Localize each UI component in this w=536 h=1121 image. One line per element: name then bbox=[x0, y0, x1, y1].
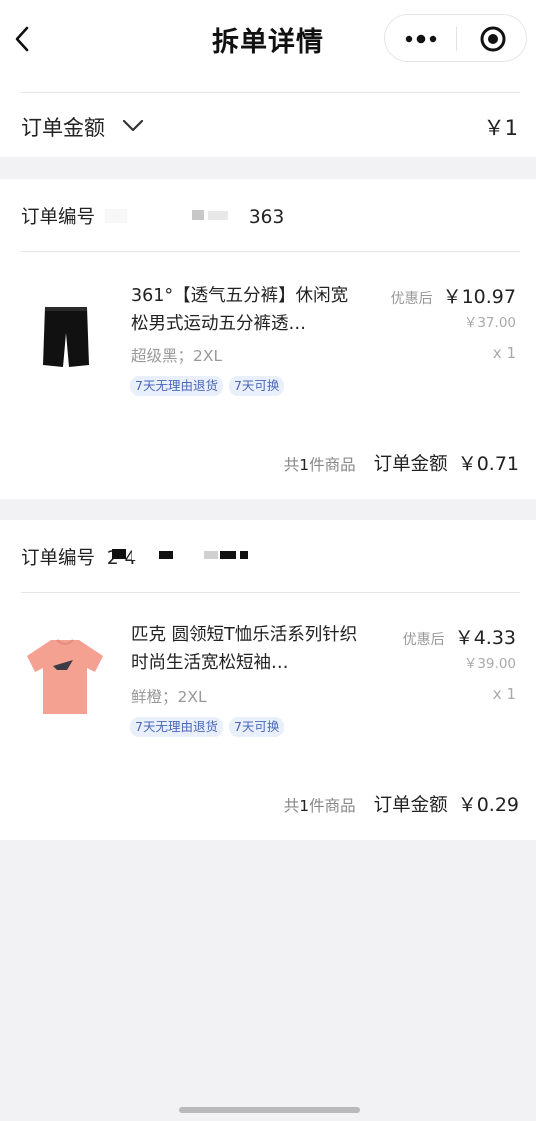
home-indicator[interactable] bbox=[179, 1107, 360, 1113]
tag-exchange: 7天可换 bbox=[228, 376, 285, 396]
service-tags: 7天无理由退货 7天可换 bbox=[130, 717, 285, 737]
item-count: 共1件商品 bbox=[283, 797, 356, 815]
price-original: ￥37.00 bbox=[463, 315, 516, 331]
order-amount-value: ￥0.29 bbox=[457, 794, 519, 816]
divider bbox=[21, 251, 520, 252]
redaction-mask bbox=[112, 546, 254, 562]
black-shorts-image[interactable] bbox=[21, 289, 109, 383]
price-now: ￥10.97 bbox=[442, 286, 516, 308]
target-close-icon bbox=[480, 26, 506, 52]
order-card: 订单编号 363 361°【透气五分裤】休闲宽松男式运动五分裤透… 优惠后 ￥1… bbox=[0, 179, 536, 499]
more-button[interactable] bbox=[399, 23, 443, 55]
mini-program-capsule bbox=[384, 14, 527, 62]
item-count: 共1件商品 bbox=[283, 456, 356, 474]
tag-exchange: 7天可换 bbox=[228, 717, 285, 737]
close-mini-program-button[interactable] bbox=[471, 23, 515, 55]
promo-label: 优惠后 bbox=[402, 632, 445, 648]
redaction-mask bbox=[105, 209, 127, 223]
order-number-label: 订单编号 bbox=[21, 548, 96, 569]
product-quantity: x 1 bbox=[492, 685, 516, 703]
price-line: 优惠后 ￥10.97 bbox=[391, 282, 516, 309]
capsule-divider bbox=[456, 27, 457, 51]
orange-tshirt-image[interactable] bbox=[21, 630, 109, 724]
order-amount-label: 订单金额 bbox=[21, 116, 105, 140]
order-number: 订单编号 363 bbox=[21, 203, 284, 229]
order-amount-value: ￥0.71 bbox=[457, 453, 519, 475]
order-amount-toggle[interactable]: 订单金额 ￥1 bbox=[21, 112, 518, 142]
order-amount-label: 订单金额 bbox=[373, 454, 448, 475]
tag-return: 7天无理由退货 bbox=[130, 717, 223, 737]
divider bbox=[21, 92, 520, 93]
promo-label: 优惠后 bbox=[390, 291, 433, 307]
product-spec: 超级黑；2XL bbox=[131, 347, 223, 365]
price-line: 优惠后 ￥4.33 bbox=[403, 623, 516, 650]
order-amount-label: 订单金额 bbox=[373, 795, 448, 816]
tag-return: 7天无理由退货 bbox=[130, 376, 223, 396]
service-tags: 7天无理由退货 7天可换 bbox=[130, 376, 285, 396]
order-amount-value: ￥1 bbox=[483, 116, 518, 140]
product-spec: 鲜橙；2XL bbox=[131, 688, 207, 706]
order-footer: 共1件商品 订单金额 ￥0.29 bbox=[284, 790, 519, 817]
redaction-mask bbox=[186, 207, 232, 223]
more-dots-icon bbox=[405, 34, 437, 44]
product-title[interactable]: 匹克 圆领短T恤乐活系列针织时尚生活宽松短袖… bbox=[131, 621, 361, 677]
order-number-value: 363 bbox=[248, 207, 285, 228]
price-now: ￥4.33 bbox=[454, 627, 516, 649]
price-original: ￥39.00 bbox=[463, 656, 516, 672]
order-card: 订单编号 2 4 匹克 圆领短T恤乐活系列针织时尚生活宽松短袖… 优惠后 ￥4.… bbox=[0, 520, 536, 840]
divider bbox=[21, 592, 520, 593]
nav-bar: 拆单详情 bbox=[0, 0, 536, 64]
summary-card: 订单金额 ￥1 bbox=[0, 64, 536, 157]
order-number-label: 订单编号 bbox=[21, 207, 96, 228]
product-title[interactable]: 361°【透气五分裤】休闲宽松男式运动五分裤透… bbox=[131, 282, 361, 338]
chevron-down-icon bbox=[122, 119, 144, 132]
order-footer: 共1件商品 订单金额 ￥0.71 bbox=[284, 449, 519, 476]
product-quantity: x 1 bbox=[492, 344, 516, 362]
